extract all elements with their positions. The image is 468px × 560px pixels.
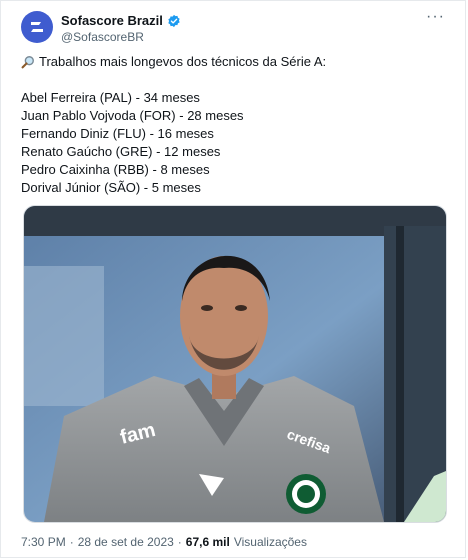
coach-line-2: Juan Pablo Vojvoda (FOR) - 28 meses bbox=[21, 108, 244, 123]
coach-line-1: Abel Ferreira (PAL) - 34 meses bbox=[21, 90, 200, 105]
metadata-separator: · bbox=[69, 535, 74, 549]
magnifying-glass-icon bbox=[21, 56, 34, 69]
tweet-photo[interactable]: fam crefisa bbox=[23, 205, 447, 523]
sofascore-logo-icon bbox=[31, 22, 43, 32]
headline-text: Trabalhos mais longevos dos técnicos da … bbox=[39, 54, 327, 69]
coach-line-6: Dorival Júnior (SÃO) - 5 meses bbox=[21, 180, 201, 195]
coach-line-3: Fernando Diniz (FLU) - 16 meses bbox=[21, 126, 214, 141]
coach-line-5: Pedro Caixinha (RBB) - 8 meses bbox=[21, 162, 210, 177]
metadata-separator: · bbox=[177, 535, 182, 549]
account-name-row: Sofascore Brazil bbox=[61, 13, 181, 28]
account-avatar[interactable] bbox=[21, 11, 53, 43]
tweet-time[interactable]: 7:30 PM bbox=[21, 535, 66, 549]
tweet-card: Sofascore Brazil @SofascoreBR ··· Trabal… bbox=[0, 0, 466, 558]
views-count: 67,6 mil bbox=[185, 535, 230, 549]
tweet-headline: Trabalhos mais longevos dos técnicos da … bbox=[21, 53, 451, 71]
views-label: Visualizações bbox=[233, 535, 307, 549]
account-handle[interactable]: @SofascoreBR bbox=[61, 30, 144, 44]
more-options-icon[interactable]: ··· bbox=[426, 9, 445, 25]
coach-portrait-image: fam crefisa bbox=[24, 206, 446, 522]
tweet-date[interactable]: 28 de set de 2023 bbox=[78, 535, 174, 549]
account-name[interactable]: Sofascore Brazil bbox=[61, 13, 163, 28]
verified-badge-icon bbox=[168, 14, 180, 27]
tweet-metadata: 7:30 PM · 28 de set de 2023 · 67,6 mil V… bbox=[21, 535, 307, 549]
tweet-text: Trabalhos mais longevos dos técnicos da … bbox=[21, 53, 451, 197]
coach-line-4: Renato Gaúcho (GRE) - 12 meses bbox=[21, 144, 221, 159]
